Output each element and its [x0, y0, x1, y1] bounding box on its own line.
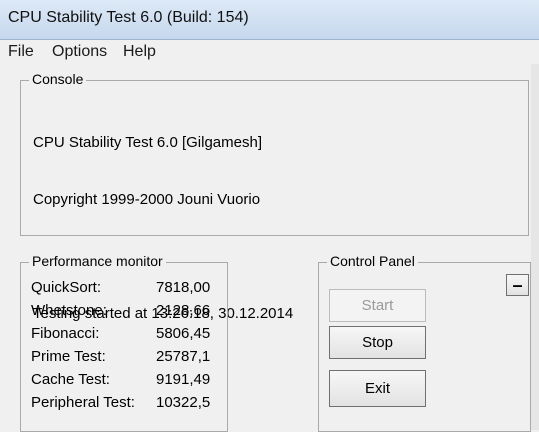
metric-value: 5806,45 — [156, 325, 211, 342]
metric-name: Cache Test: — [31, 371, 110, 388]
metric-name: Prime Test: — [31, 348, 106, 365]
console-group: Console CPU Stability Test 6.0 [Gilgames… — [20, 71, 529, 322]
metric-value: 7818,00 — [156, 279, 211, 296]
console-line: Copyright 1999-2000 Jouni Vuorio — [33, 191, 261, 208]
title-bar[interactable]: CPU Stability Test 6.0 (Build: 154) — [0, 0, 539, 40]
window-title: CPU Stability Test 6.0 (Build: 154) — [8, 9, 249, 26]
metric-value: 9191,49 — [156, 371, 211, 388]
menu-help[interactable]: Help — [123, 43, 156, 61]
metric-value: 2128,66 — [156, 302, 211, 319]
metric-value: 25787,1 — [156, 348, 211, 365]
control-panel-label: Control Panel — [327, 253, 418, 269]
control-panel-group: Control Panel Start Stop Exit — [318, 253, 531, 432]
window-edge — [531, 64, 539, 430]
menu-options[interactable]: Options — [52, 43, 107, 61]
exit-button[interactable]: Exit — [329, 370, 426, 407]
start-button[interactable]: Start — [329, 289, 426, 322]
performance-monitor-group: Performance monitor QuickSort: 7818,00 W… — [20, 253, 228, 432]
metric-name: QuickSort: — [31, 279, 102, 296]
menu-file[interactable]: File — [8, 43, 34, 61]
console-line: CPU Stability Test 6.0 [Gilgamesh] — [33, 134, 262, 151]
metric-name: Whetstone: — [31, 302, 107, 319]
minimize-button[interactable]: – — [506, 274, 529, 296]
menu-bar: File Options Help — [0, 40, 539, 64]
metric-name: Peripheral Test: — [31, 394, 135, 411]
metric-value: 10322,5 — [156, 394, 211, 411]
metric-name: Fibonacci: — [31, 325, 100, 342]
console-label: Console — [29, 71, 87, 87]
stop-button[interactable]: Stop — [329, 326, 426, 359]
performance-monitor-label: Performance monitor — [29, 253, 166, 269]
